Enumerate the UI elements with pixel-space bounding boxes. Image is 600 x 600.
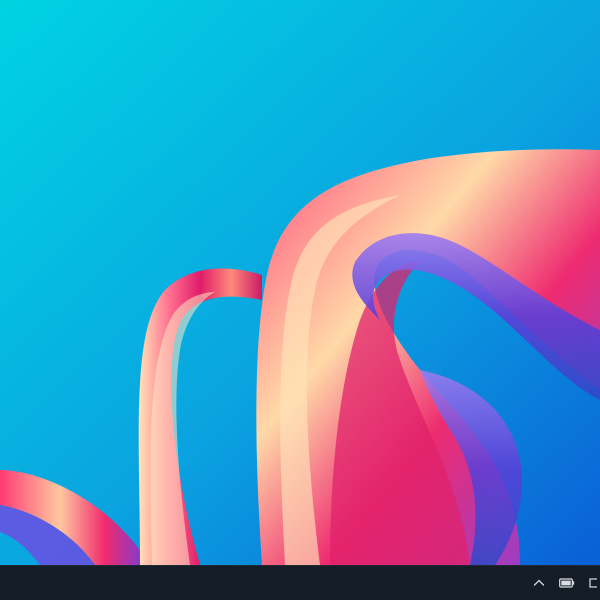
show-hidden-icons-button[interactable] <box>530 566 548 600</box>
battery-button[interactable] <box>556 566 578 600</box>
chevron-up-icon <box>533 577 545 589</box>
wallpaper-graphic <box>0 0 600 565</box>
taskbar <box>0 565 600 600</box>
notification-button[interactable] <box>586 566 600 600</box>
system-tray <box>530 566 600 600</box>
notification-icon <box>589 577 597 589</box>
desktop-wallpaper <box>0 0 600 565</box>
battery-icon <box>559 577 575 589</box>
